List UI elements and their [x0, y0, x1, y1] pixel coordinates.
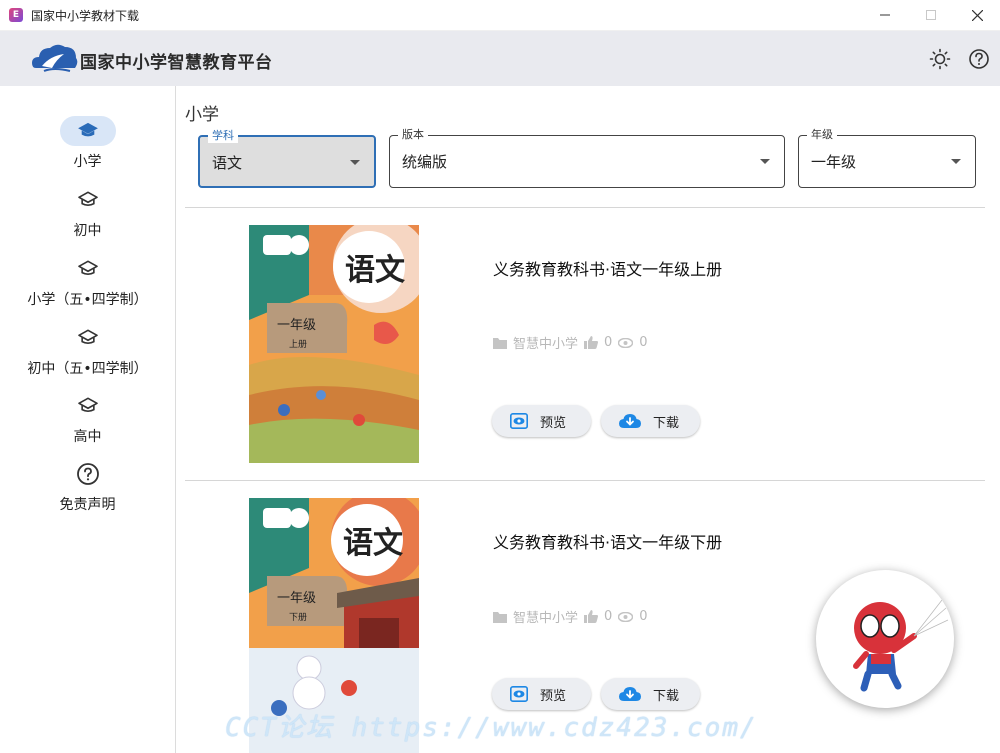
sidebar-nav: 小学 初中 小学（五•四学制） 初中（五•四学制） 高中 免责声明 [0, 86, 176, 753]
cover-grade: 一年级 [277, 591, 316, 606]
platform-logo [32, 44, 78, 72]
sidebar-item-junior-54[interactable]: 初中（五•四学制） [0, 323, 175, 383]
preview-button[interactable]: 预览 [492, 678, 591, 710]
book-title[interactable]: 义务教育教科书·语文一年级下册 [493, 529, 722, 553]
preview-button-label: 预览 [540, 688, 567, 704]
cloud-download-icon [619, 687, 641, 701]
sidebar-item-primary[interactable]: 小学 [0, 116, 175, 176]
graduation-cap-icon [77, 191, 98, 206]
help-circle-icon [76, 463, 99, 485]
maximize-button[interactable] [908, 0, 954, 30]
download-button-label: 下载 [653, 688, 680, 704]
sidebar-item-senior[interactable]: 高中 [0, 391, 175, 451]
book-meta: 智慧中小学 0 0 [493, 607, 654, 626]
book-views: 0 [639, 335, 648, 350]
graduation-cap-icon [77, 397, 98, 412]
preview-button-label: 预览 [540, 415, 567, 431]
grade-select-value: 一年级 [811, 153, 857, 171]
close-icon [971, 9, 983, 21]
cloud-download-icon [619, 414, 641, 428]
close-button[interactable] [954, 0, 1000, 30]
eye-icon [618, 611, 634, 622]
edition-select-legend: 版本 [398, 128, 428, 142]
book-likes: 0 [604, 335, 613, 350]
cover-title: 语文 [343, 526, 403, 561]
book-likes: 0 [604, 609, 613, 624]
floating-mascot-button[interactable] [816, 570, 954, 708]
preview-eye-icon [510, 413, 528, 429]
subject-select-value: 语文 [212, 154, 243, 172]
book-publisher: 智慧中小学 [513, 337, 579, 352]
spider-mascot-icon [853, 599, 949, 692]
cover-volume: 上册 [289, 339, 307, 350]
app-header: 国家中小学智慧教育平台 [0, 31, 1000, 86]
edition-select[interactable]: 版本 统编版 [389, 128, 785, 188]
preview-eye-icon [510, 686, 528, 702]
sidebar-item-label: 小学 [73, 154, 102, 170]
app-icon: E [9, 8, 23, 22]
subject-select-legend: 学科 [208, 129, 238, 143]
chevron-down-icon [760, 159, 770, 164]
thumbs-up-icon [584, 610, 599, 623]
graduation-cap-icon [77, 329, 98, 344]
sidebar-item-junior[interactable]: 初中 [0, 185, 175, 245]
divider [185, 207, 985, 208]
download-button-label: 下载 [653, 415, 680, 431]
minimize-icon [880, 14, 890, 16]
thumbs-up-icon [584, 336, 599, 349]
sidebar-item-label: 免责声明 [59, 497, 116, 513]
sidebar-item-label: 高中 [73, 429, 102, 445]
folder-icon [493, 611, 507, 623]
sidebar-item-disclaimer[interactable]: 免责声明 [0, 459, 175, 519]
graduation-cap-icon [77, 122, 98, 137]
cover-title: 语文 [345, 253, 405, 288]
download-button[interactable]: 下载 [601, 678, 700, 710]
sidebar-item-primary-54[interactable]: 小学（五•四学制） [0, 254, 175, 314]
page-title: 小学 [185, 105, 219, 125]
divider [185, 480, 985, 481]
sidebar-item-label: 初中 [73, 223, 102, 239]
cover-volume: 下册 [289, 612, 307, 623]
nav-pill [60, 185, 116, 215]
nav-pill [60, 391, 116, 421]
cover-illustration: 语文 一年级 上册 [249, 225, 419, 463]
download-button[interactable]: 下载 [601, 405, 700, 437]
book-views: 0 [639, 609, 648, 624]
sidebar-item-label: 小学（五•四学制） [27, 292, 148, 308]
nav-pill-active [59, 116, 116, 146]
book-title[interactable]: 义务教育教科书·语文一年级上册 [493, 256, 722, 280]
preview-button[interactable]: 预览 [492, 405, 591, 437]
window-title: 国家中小学教材下载 [31, 8, 140, 23]
maximize-icon [926, 10, 936, 20]
book-cover-image[interactable]: 语文 一年级 上册 [249, 225, 419, 463]
cover-grade: 一年级 [277, 318, 316, 333]
folder-icon [493, 337, 507, 349]
grade-select-legend: 年级 [807, 128, 837, 142]
chevron-down-icon [350, 160, 360, 165]
minimize-button[interactable] [862, 0, 908, 30]
platform-brand: 国家中小学智慧教育平台 [80, 53, 273, 73]
edition-select-value: 统编版 [402, 153, 448, 171]
book-publisher: 智慧中小学 [513, 611, 579, 626]
nav-pill [60, 254, 116, 284]
graduation-cap-icon [77, 260, 98, 275]
book-meta: 智慧中小学 0 0 [493, 333, 654, 352]
nav-pill [60, 459, 116, 489]
sidebar-item-label: 初中（五•四学制） [27, 361, 148, 377]
chevron-down-icon [951, 159, 961, 164]
theme-toggle-icon[interactable] [929, 48, 951, 70]
eye-icon [618, 337, 634, 348]
watermark: CCT论坛 https://www.cdz423.com/ [225, 713, 758, 743]
title-bar: E 国家中小学教材下载 [0, 0, 1000, 31]
grade-select[interactable]: 年级 一年级 [798, 128, 976, 188]
help-icon[interactable] [968, 48, 990, 70]
nav-pill [60, 323, 116, 353]
subject-select[interactable]: 学科 语文 [198, 129, 376, 188]
